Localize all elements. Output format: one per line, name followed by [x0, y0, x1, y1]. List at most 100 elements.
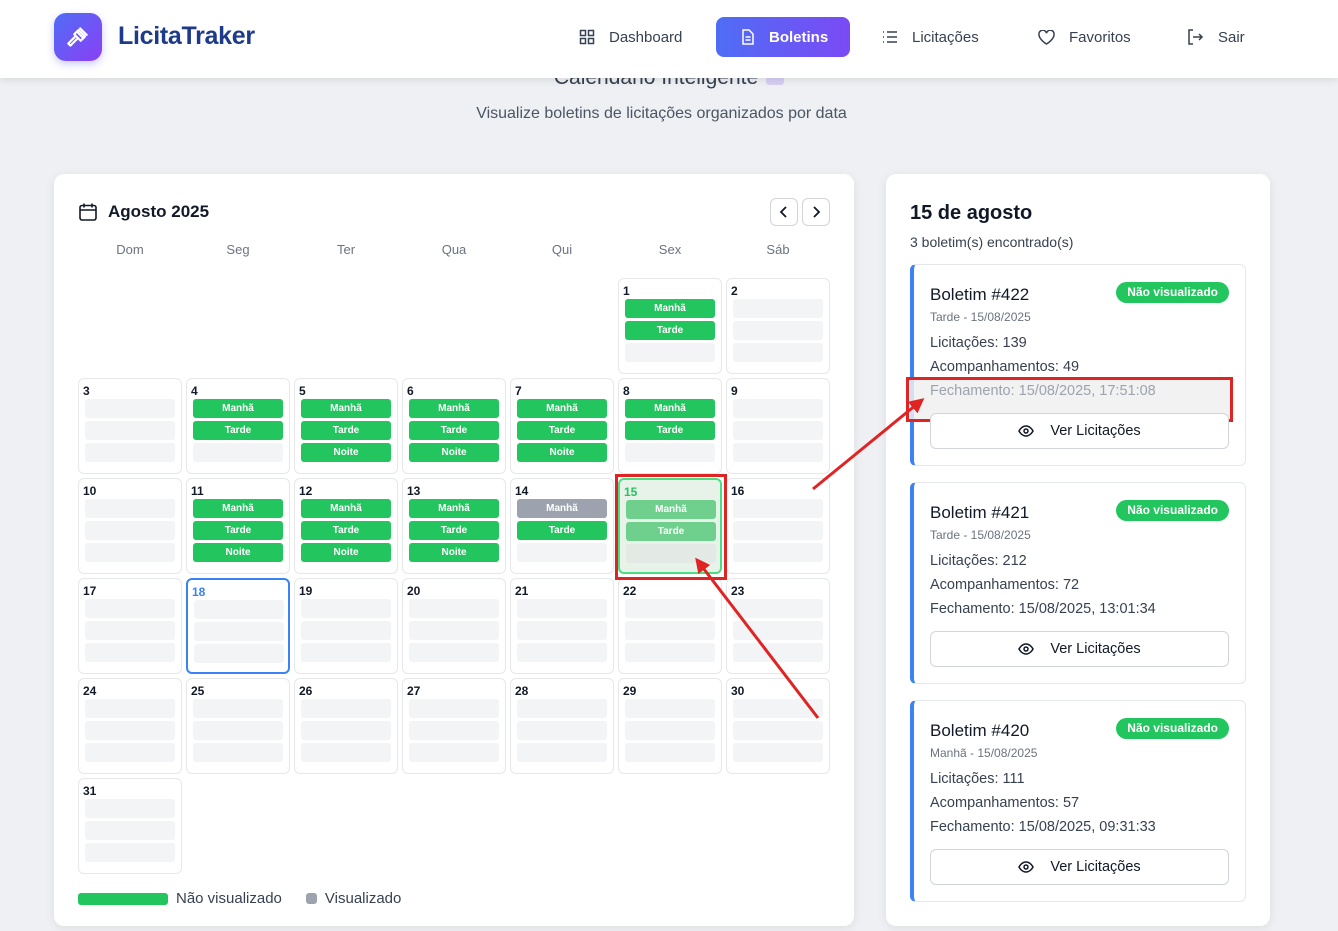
bulletin-slot-manhã[interactable]: Manhã: [301, 499, 391, 518]
calendar-day-11[interactable]: 11 Manhã Tarde Noite: [186, 478, 290, 574]
day-number: 31: [83, 784, 97, 798]
calendar-day-9[interactable]: 9: [726, 378, 830, 474]
empty-slot: [301, 599, 391, 618]
bulletin-fechamento: Fechamento: 15/08/2025, 09:31:33: [930, 819, 1156, 835]
empty-slot: [733, 343, 823, 362]
bulletin-slot-tarde[interactable]: Tarde: [301, 521, 391, 540]
calendar-day-1[interactable]: 1 Manhã Tarde: [618, 278, 722, 374]
bulletin-slot-tarde[interactable]: Tarde: [193, 421, 283, 440]
legend-unseen-swatch: [78, 892, 168, 905]
calendar-day-23[interactable]: 23: [726, 578, 830, 674]
calendar-day-27[interactable]: 27: [402, 678, 506, 774]
bulletin-slot-manhã[interactable]: Manhã: [409, 499, 499, 518]
bulletin-slot-tarde[interactable]: Tarde: [517, 421, 607, 440]
bulletin-slot-noite[interactable]: Noite: [409, 443, 499, 462]
calendar-day-20[interactable]: 20: [402, 578, 506, 674]
empty-slot: [194, 600, 284, 619]
bulletin-slot-manhã[interactable]: Manhã: [409, 399, 499, 418]
view-licitacoes-button[interactable]: Ver Licitações: [930, 631, 1229, 667]
calendar-day-5[interactable]: 5 Manhã Tarde Noite: [294, 378, 398, 474]
bulletin-slot-noite[interactable]: Noite: [301, 443, 391, 462]
bulletin-slot-manhã[interactable]: Manhã: [301, 399, 391, 418]
calendar-day-26[interactable]: 26: [294, 678, 398, 774]
calendar-day-28[interactable]: 28: [510, 678, 614, 774]
empty-slot: [85, 521, 175, 540]
bulletin-slot-tarde[interactable]: Tarde: [625, 321, 715, 340]
bulletin-slot-tarde[interactable]: Tarde: [301, 421, 391, 440]
bulletin-slot-manhã[interactable]: Manhã: [625, 399, 715, 418]
bulletin-slot-tarde[interactable]: Tarde: [409, 421, 499, 440]
calendar-day-22[interactable]: 22: [618, 578, 722, 674]
nav-favoritos[interactable]: Favoritos: [1038, 17, 1131, 57]
day-number: 5: [299, 384, 306, 398]
bulletin-slot-noite[interactable]: Noite: [193, 543, 283, 562]
view-licitacoes-button[interactable]: Ver Licitações: [930, 413, 1229, 449]
calendar-day-19[interactable]: 19: [294, 578, 398, 674]
empty-slot: [301, 621, 391, 640]
eye-icon: [1018, 861, 1035, 873]
calendar-day-7[interactable]: 7 Manhã Tarde Noite: [510, 378, 614, 474]
empty-slot: [733, 743, 823, 762]
empty-slot: [625, 443, 715, 462]
calendar-day-14[interactable]: 14 Manhã Tarde: [510, 478, 614, 574]
calendar-day-17[interactable]: 17: [78, 578, 182, 674]
bulletin-slot-manhã[interactable]: Manhã: [517, 499, 607, 518]
bulletin-card: Boletim #422 Não visualizado Tarde - 15/…: [906, 264, 1246, 466]
gavel-icon: [67, 27, 88, 47]
calendar-day-29[interactable]: 29: [618, 678, 722, 774]
bulletin-slot-noite[interactable]: Noite: [409, 543, 499, 562]
nav-boletins[interactable]: Boletins: [716, 17, 850, 57]
empty-slot: [194, 622, 284, 641]
empty-slot: [733, 721, 823, 740]
nav-sair[interactable]: Sair: [1187, 17, 1245, 57]
empty-slot: [733, 699, 823, 718]
bulletin-slot-tarde[interactable]: Tarde: [193, 521, 283, 540]
calendar-day-24[interactable]: 24: [78, 678, 182, 774]
calendar-day-18[interactable]: 18: [186, 578, 290, 674]
calendar-day-2[interactable]: 2: [726, 278, 830, 374]
calendar-day-6[interactable]: 6 Manhã Tarde Noite: [402, 378, 506, 474]
calendar-day-31[interactable]: 31: [78, 778, 182, 874]
bulletin-slot-tarde[interactable]: Tarde: [517, 521, 607, 540]
view-licitacoes-label: Ver Licitações: [1050, 423, 1141, 439]
view-licitacoes-button[interactable]: Ver Licitações: [930, 849, 1229, 885]
weekday-label: Qui: [551, 242, 573, 257]
calendar-day-25[interactable]: 25: [186, 678, 290, 774]
calendar-day-4[interactable]: 4 Manhã Tarde: [186, 378, 290, 474]
bulletin-slot-noite[interactable]: Noite: [301, 543, 391, 562]
day-number: 7: [515, 384, 522, 398]
selected-date-title: 15 de agosto: [910, 202, 1033, 224]
empty-slot: [733, 321, 823, 340]
empty-slot: [301, 643, 391, 662]
prev-month-button[interactable]: [770, 198, 798, 226]
nav-licitacoes[interactable]: Licitações: [882, 17, 979, 57]
calendar-day-10[interactable]: 10: [78, 478, 182, 574]
day-number: 26: [299, 684, 313, 698]
calendar-icon: [79, 203, 97, 221]
empty-slot: [625, 599, 715, 618]
bulletin-slot-manhã[interactable]: Manhã: [193, 399, 283, 418]
calendar-day-16[interactable]: 16: [726, 478, 830, 574]
bulletin-meta: Manhã - 15/08/2025: [930, 746, 1038, 760]
calendar-day-21[interactable]: 21: [510, 578, 614, 674]
bulletin-slot-noite[interactable]: Noite: [517, 443, 607, 462]
logo[interactable]: [54, 13, 102, 61]
day-number: 2: [731, 284, 738, 298]
bulletin-slot-tarde[interactable]: Tarde: [625, 421, 715, 440]
nav-dashboard[interactable]: Dashboard: [579, 17, 682, 57]
bulletin-slot-tarde[interactable]: Tarde: [409, 521, 499, 540]
bulletin-slot-manhã[interactable]: Manhã: [193, 499, 283, 518]
empty-slot: [625, 699, 715, 718]
next-month-button[interactable]: [802, 198, 830, 226]
calendar-day-3[interactable]: 3: [78, 378, 182, 474]
calendar-day-13[interactable]: 13 Manhã Tarde Noite: [402, 478, 506, 574]
bulletin-fechamento: Fechamento: 15/08/2025, 13:01:34: [930, 601, 1156, 617]
calendar-day-8[interactable]: 8 Manhã Tarde: [618, 378, 722, 474]
brand-name[interactable]: LicitaTraker: [118, 22, 255, 51]
calendar-day-30[interactable]: 30: [726, 678, 830, 774]
bulletin-slot-manhã[interactable]: Manhã: [625, 299, 715, 318]
bulletin-slot-manhã[interactable]: Manhã: [517, 399, 607, 418]
calendar-day-12[interactable]: 12 Manhã Tarde Noite: [294, 478, 398, 574]
view-licitacoes-label: Ver Licitações: [1050, 641, 1141, 657]
day-number: 29: [623, 684, 637, 698]
